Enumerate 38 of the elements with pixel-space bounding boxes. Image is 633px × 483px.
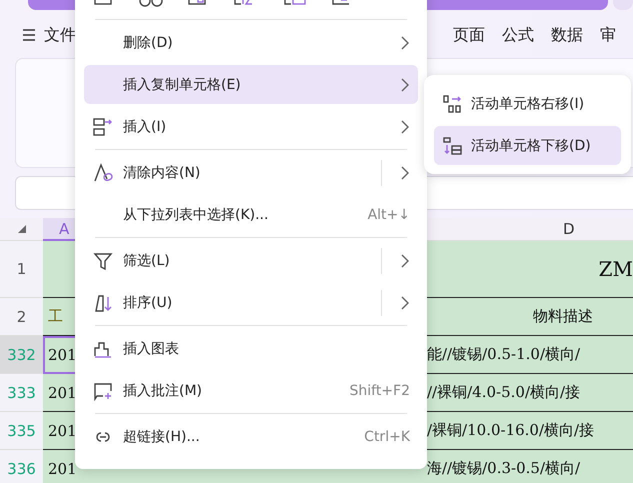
eraser-icon <box>93 162 113 182</box>
sort-icon <box>93 292 113 312</box>
menu-item[interactable]: 筛选(L) <box>84 241 418 280</box>
table-cell: /裸铜/10.0-16.0/横向/接 <box>427 412 633 450</box>
select-all-icon <box>16 224 26 234</box>
ribbon-tab[interactable]: 页面 <box>453 24 485 46</box>
chevron-right-icon <box>400 118 410 134</box>
table-cell: 能//镀锡/0.5-1.0/横向/ <box>427 336 633 374</box>
menu-item[interactable]: 从下拉列表中选择(K)... Alt+↓ <box>84 195 418 234</box>
ribbon-tab[interactable]: 数据 <box>551 24 583 46</box>
comment-icon <box>93 380 113 400</box>
ribbon-tab[interactable]: 公式 <box>502 24 534 46</box>
menu-item[interactable]: 删除(D) <box>84 23 418 62</box>
menu-item[interactable]: 插入复制单元格(E) <box>84 65 418 104</box>
chevron-right-icon <box>400 164 410 180</box>
menu-item[interactable]: 插入(I) <box>84 107 418 146</box>
table-cell: 海//镀锡/0.3-0.5/横向/ <box>427 450 633 483</box>
table-cell: //裸铜/4.0-5.0/横向/接 <box>427 374 633 412</box>
chevron-right-icon <box>400 76 410 92</box>
menu-item[interactable]: 清除内容(N) <box>84 153 418 192</box>
table-cell: 物料描述 <box>427 298 633 336</box>
chevron-right-icon <box>400 294 410 310</box>
ribbon-tab[interactable]: 审 <box>600 24 616 46</box>
file-tab[interactable]: 文件 <box>44 24 76 46</box>
table-cell: ZM <box>427 241 633 298</box>
filter-icon <box>93 250 113 270</box>
menu-item[interactable]: 活动单元格右移(I) <box>434 84 621 123</box>
menu-item[interactable]: 活动单元格下移(D) <box>434 126 621 165</box>
shortcut-text: Alt+↓ <box>368 206 410 222</box>
menu-icon <box>22 28 36 42</box>
chevron-right-icon <box>400 252 410 268</box>
menu-item[interactable]: 插入批注(M) Shift+F2 <box>84 371 418 410</box>
shortcut-text: Ctrl+K <box>364 428 410 444</box>
insert-cells-icon <box>93 116 113 136</box>
shift-down-icon <box>443 136 463 156</box>
shift-right-icon <box>443 94 463 114</box>
shortcut-text: Shift+F2 <box>349 382 410 398</box>
chevron-right-icon <box>400 34 410 50</box>
